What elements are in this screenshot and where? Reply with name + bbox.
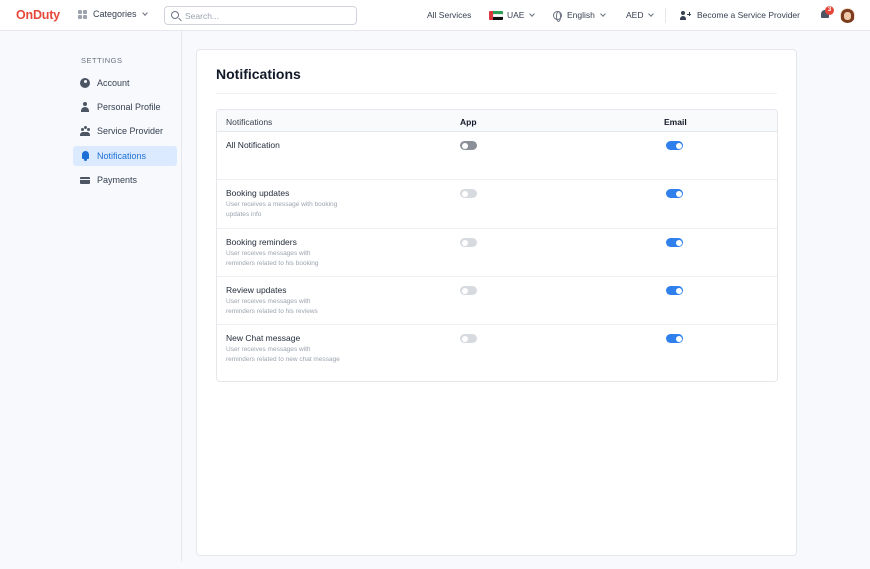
email-toggle[interactable] [666,286,683,295]
row-title: Booking updates [226,188,290,198]
currency-label: AED [626,10,644,20]
table-row: New Chat message User receives messages … [217,325,777,381]
person-icon [80,102,90,112]
sidebar-item-label: Notifications [97,151,147,161]
table-row: Booking reminders User receives messages… [217,229,777,277]
app-toggle[interactable] [460,141,477,150]
chevron-down-icon [600,10,606,17]
all-services-link[interactable]: All Services [427,10,471,20]
sidebar-item-label: Account [97,78,130,88]
grid-icon [78,9,87,19]
sidebar-item-personal-profile[interactable]: Personal Profile [73,97,177,117]
sidebar-item-payments[interactable]: Payments [73,170,177,190]
sidebar-item-label: Service Provider [97,126,164,136]
logo[interactable]: OnDuty [16,8,60,22]
email-toggle[interactable] [666,238,683,247]
bell-icon [80,151,90,161]
divider [665,8,666,23]
sidebar-item-service-provider[interactable]: Service Provider [73,121,177,141]
country-label: UAE [507,10,525,20]
search-box [164,6,357,25]
group-icon [80,126,90,136]
email-toggle[interactable] [666,189,683,198]
row-description: User receives a message with booking upd… [226,201,338,218]
language-label: English [567,10,595,20]
language-dropdown[interactable]: English [553,10,606,22]
row-description: User receives messages with reminders re… [226,346,340,363]
table-header: Notifications App Email [217,110,777,132]
credit-card-icon [80,177,90,184]
account-circle-icon [80,78,90,88]
categories-dropdown[interactable]: Categories [78,9,148,19]
notifications-table: Notifications App Email All Notification… [216,109,778,382]
globe-icon [553,10,562,22]
sidebar-item-account[interactable]: Account [73,73,177,93]
chevron-down-icon [648,10,655,17]
add-user-icon [680,10,691,20]
currency-dropdown[interactable]: AED [626,10,655,20]
column-header-notifications: Notifications [226,117,273,127]
row-description: User receives messages with reminders re… [226,250,319,267]
row-title: Booking reminders [226,237,297,247]
row-title: Review updates [226,285,287,295]
country-dropdown[interactable]: UAE [489,10,536,20]
column-header-email: Email [664,117,687,127]
table-row: Booking updates User receives a message … [217,180,777,229]
sidebar-item-label: Personal Profile [97,102,161,112]
sidebar-item-label: Payments [97,175,138,185]
notification-count-badge: 3 [825,6,834,15]
row-description: User receives messages with reminders re… [226,298,318,315]
app-toggle[interactable] [460,334,477,343]
sidebar-heading: SETTINGS [81,56,123,65]
table-row: Review updates User receives messages wi… [217,277,777,325]
chevron-down-icon [141,9,148,16]
email-toggle[interactable] [666,334,683,343]
settings-sidebar: SETTINGS Account Personal Profile Servic… [0,31,182,561]
sidebar-item-notifications[interactable]: Notifications [73,146,177,166]
notifications-panel: Notifications Notifications App Email Al… [196,49,797,556]
page-title: Notifications [216,66,301,82]
app-toggle[interactable] [460,286,477,295]
divider [216,93,777,94]
row-title: All Notification [226,140,280,150]
search-icon [171,11,179,19]
chevron-down-icon [529,10,536,17]
row-title: New Chat message [226,333,301,343]
top-navbar: OnDuty Categories All Services UAE Engli… [0,0,870,31]
table-row: All Notification [217,132,777,180]
categories-label: Categories [93,9,137,19]
avatar[interactable] [840,8,855,23]
become-provider-button[interactable]: Become a Service Provider [680,10,800,20]
become-provider-label: Become a Service Provider [697,10,800,20]
email-toggle[interactable] [666,141,683,150]
uae-flag-icon [489,10,503,20]
search-input[interactable] [185,9,350,22]
app-toggle[interactable] [460,189,477,198]
app-toggle[interactable] [460,238,477,247]
notifications-button[interactable]: 3 [820,6,834,21]
column-header-app: App [460,117,477,127]
